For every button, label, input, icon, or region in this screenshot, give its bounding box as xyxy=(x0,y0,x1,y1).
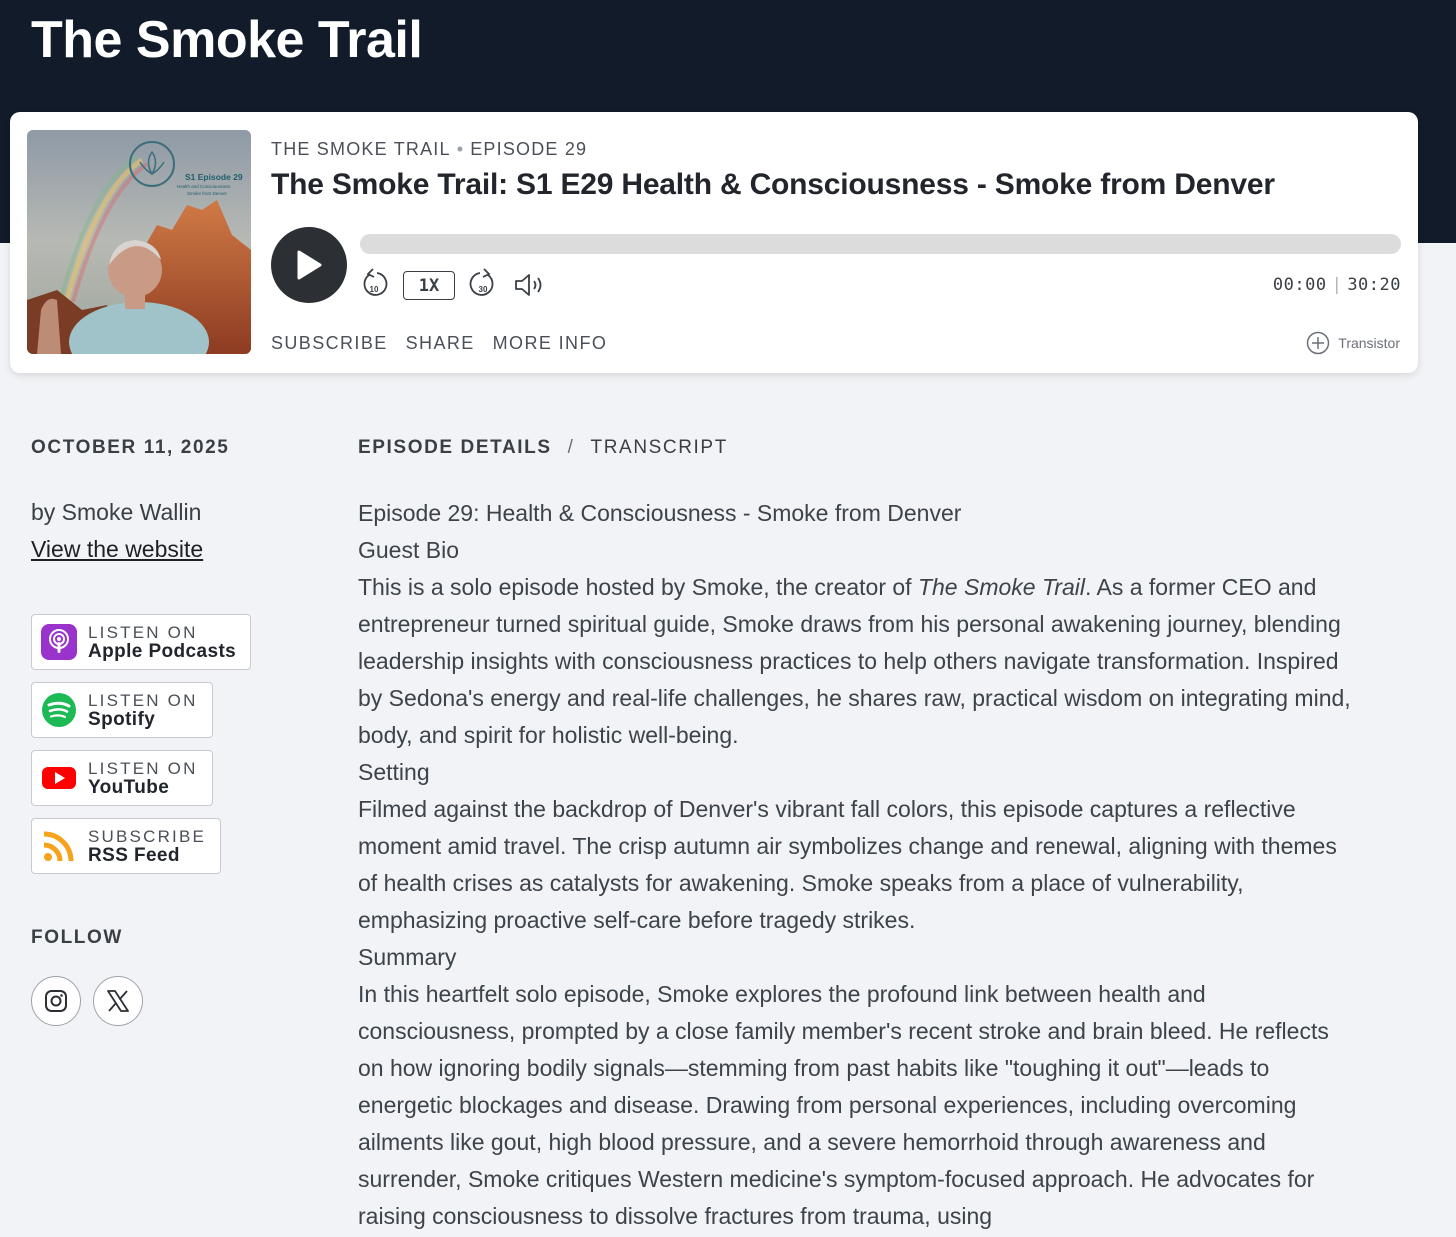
episode-meta: THE SMOKE TRAIL • EPISODE 29 xyxy=(271,139,587,160)
view-website-link[interactable]: View the website xyxy=(31,536,203,563)
guest-bio-text: This is a solo episode hosted by Smoke, … xyxy=(358,569,1358,754)
episode-tabs: EPISODE DETAILS / TRANSCRIPT xyxy=(358,437,728,459)
episode-number: EPISODE 29 xyxy=(470,139,588,159)
subscribe-link[interactable]: SUBSCRIBE xyxy=(271,333,388,354)
rewind-10-button[interactable]: 10 xyxy=(360,268,388,305)
artwork-badge-subtitle: Health and Consciousness xyxy=(177,184,231,189)
episode-artwork: S1 Episode 29 Health and Consciousness S… xyxy=(27,130,251,354)
time-separator: | xyxy=(1331,275,1343,295)
listen-youtube-button[interactable]: LISTEN ON YouTube xyxy=(31,750,213,806)
episode-author: by Smoke Wallin xyxy=(31,499,202,525)
duration: 30:20 xyxy=(1347,275,1401,295)
rss-big: RSS Feed xyxy=(88,844,180,866)
guest-bio-pre: This is a solo episode hosted by Smoke, … xyxy=(358,574,918,600)
meta-separator: • xyxy=(456,139,465,159)
transistor-label: Transistor xyxy=(1338,335,1400,351)
follow-heading: FOLLOW xyxy=(31,927,123,948)
volume-button[interactable] xyxy=(513,272,545,303)
listen-apple-podcasts-button[interactable]: LISTEN ON Apple Podcasts xyxy=(31,614,252,670)
instagram-icon xyxy=(45,990,67,1012)
rss-small: SUBSCRIBE xyxy=(88,826,207,846)
details-heading: Episode 29: Health & Consciousness - Smo… xyxy=(358,500,962,526)
forward-icon: 30 xyxy=(469,268,494,296)
rewind-seconds: 10 xyxy=(370,285,379,294)
summary-text: In this heartfelt solo episode, Smoke ex… xyxy=(358,981,1329,1229)
playback-speed-button[interactable]: 1X xyxy=(403,271,455,300)
play-button[interactable] xyxy=(271,227,347,303)
listen-spotify-button[interactable]: LISTEN ON Spotify xyxy=(31,682,213,738)
listen-youtube-big: YouTube xyxy=(88,776,170,798)
current-time: 00:00 xyxy=(1272,275,1327,295)
listen-apple-small: LISTEN ON xyxy=(88,622,198,642)
listen-spotify-small: LISTEN ON xyxy=(88,690,198,710)
progress-bar[interactable] xyxy=(360,234,1401,254)
player-links: SUBSCRIBE SHARE MORE INFO xyxy=(271,333,607,354)
listen-youtube-small: LISTEN ON xyxy=(88,758,198,778)
show-name[interactable]: THE SMOKE TRAIL xyxy=(271,139,451,159)
show-name-italic: The Smoke Trail xyxy=(917,574,1085,600)
apple-podcasts-icon xyxy=(41,624,77,660)
transistor-icon xyxy=(1307,331,1330,355)
setting-text: Filmed against the backdrop of Denver's … xyxy=(358,796,1337,933)
forward-seconds: 30 xyxy=(479,285,488,294)
summary-title: Summary xyxy=(358,944,457,970)
podcast-player: S1 Episode 29 Health and Consciousness S… xyxy=(10,112,1418,373)
guest-bio-title: Guest Bio xyxy=(358,537,459,563)
share-link[interactable]: SHARE xyxy=(406,333,475,354)
tab-transcript[interactable]: TRANSCRIPT xyxy=(591,437,728,459)
forward-30-button[interactable]: 30 xyxy=(469,268,497,305)
listen-spotify-big: Spotify xyxy=(88,708,156,730)
spotify-icon xyxy=(42,693,76,727)
tab-separator: / xyxy=(567,437,575,458)
youtube-icon xyxy=(42,767,76,789)
transistor-brand[interactable]: Transistor xyxy=(1306,331,1400,355)
episode-date: OCTOBER 11, 2025 xyxy=(31,437,230,458)
artwork-badge-guest: Smoke from Denver xyxy=(187,191,228,196)
guest-bio-post: . As a former CEO and entrepreneur turne… xyxy=(358,574,1351,748)
listen-apple-big: Apple Podcasts xyxy=(88,640,237,662)
time-display: 00:00 | 30:20 xyxy=(1273,275,1401,295)
episode-title[interactable]: The Smoke Trail: S1 E29 Health & Conscio… xyxy=(271,168,1275,202)
tab-episode-details[interactable]: EPISODE DETAILS xyxy=(358,437,552,459)
more-info-link[interactable]: MORE INFO xyxy=(493,333,608,354)
x-button[interactable] xyxy=(93,976,143,1026)
play-icon xyxy=(297,250,322,280)
rewind-icon: 10 xyxy=(363,268,388,296)
setting-title: Setting xyxy=(358,759,430,785)
volume-icon xyxy=(515,274,542,296)
x-icon xyxy=(107,990,129,1012)
artwork-badge-title: S1 Episode 29 xyxy=(185,172,243,182)
episode-details: Episode 29: Health & Consciousness - Smo… xyxy=(358,495,1358,1235)
site-title[interactable]: The Smoke Trail xyxy=(31,10,423,70)
subscribe-rss-button[interactable]: SUBSCRIBE RSS Feed xyxy=(31,818,222,874)
rss-icon xyxy=(43,831,74,862)
instagram-button[interactable] xyxy=(31,976,81,1026)
